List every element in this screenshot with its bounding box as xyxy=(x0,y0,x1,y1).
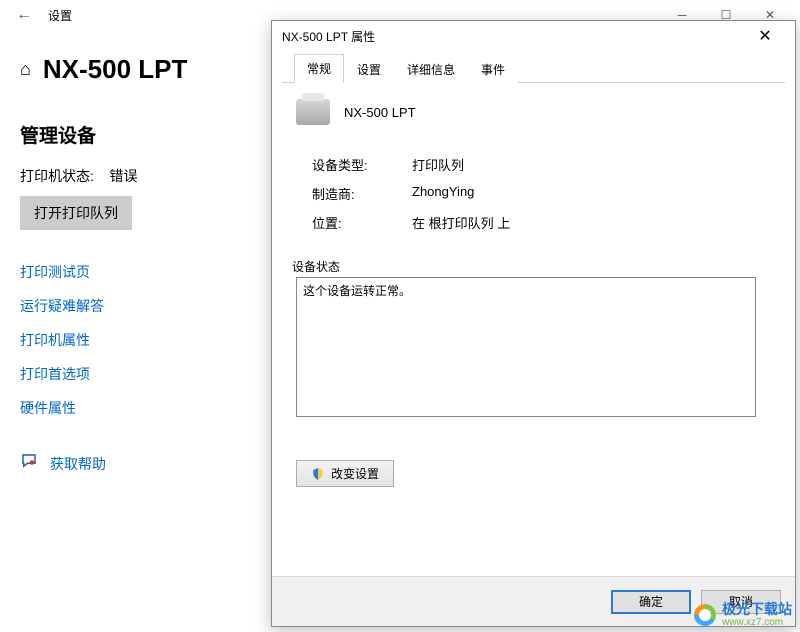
change-settings-label: 改变设置 xyxy=(331,465,379,482)
link-troubleshoot[interactable]: 运行疑难解答 xyxy=(20,298,104,314)
device-status-textbox[interactable] xyxy=(296,277,756,417)
change-settings-button[interactable]: 改变设置 xyxy=(296,460,394,487)
tab-settings[interactable]: 设置 xyxy=(344,55,394,83)
device-status-label: 设备状态 xyxy=(292,258,771,275)
dialog-titlebar: NX-500 LPT 属性 ✕ xyxy=(272,21,795,51)
tab-events[interactable]: 事件 xyxy=(468,55,518,83)
properties-dialog: NX-500 LPT 属性 ✕ 常规 设置 详细信息 事件 NX-500 LPT… xyxy=(271,20,796,627)
ok-button[interactable]: 确定 xyxy=(611,590,691,614)
link-hardware-properties[interactable]: 硬件属性 xyxy=(20,400,76,416)
watermark: 极光下载站 www.xz7.com xyxy=(694,602,792,628)
dialog-title: NX-500 LPT 属性 xyxy=(282,28,375,45)
status-value: 错误 xyxy=(109,168,137,184)
device-info: 设备类型: 打印队列 制造商: ZhongYing 位置: 在 根打印队列 上 xyxy=(312,155,771,232)
home-icon[interactable]: ⌂ xyxy=(20,59,31,80)
device-name-row: NX-500 LPT xyxy=(296,99,771,125)
device-status-section: 设备状态 xyxy=(296,258,771,420)
dialog-tabs: 常规 设置 详细信息 事件 xyxy=(282,55,785,83)
dialog-device-name: NX-500 LPT xyxy=(344,105,416,120)
tab-body-general: NX-500 LPT 设备类型: 打印队列 制造商: ZhongYing 位置:… xyxy=(272,83,795,576)
manufacturer-label: 制造商: xyxy=(312,184,412,203)
manufacturer-value: ZhongYing xyxy=(412,184,474,203)
link-printer-properties[interactable]: 打印机属性 xyxy=(20,332,90,348)
location-label: 位置: xyxy=(312,213,412,232)
dialog-close-button[interactable]: ✕ xyxy=(745,26,785,46)
watermark-name: 极光下载站 xyxy=(722,602,792,617)
link-get-help[interactable]: 获取帮助 xyxy=(50,454,106,474)
status-label: 打印机状态: xyxy=(20,168,94,184)
settings-window: ← 设置 ─ ☐ ✕ ⌂ NX-500 LPT 管理设备 打印机状态: 错误 打… xyxy=(0,0,800,632)
window-title: 设置 xyxy=(48,7,72,24)
watermark-url: www.xz7.com xyxy=(722,617,792,628)
tab-details[interactable]: 详细信息 xyxy=(394,55,468,83)
link-printing-preferences[interactable]: 打印首选项 xyxy=(20,366,90,382)
printer-icon xyxy=(296,99,330,125)
device-title: NX-500 LPT xyxy=(43,54,188,85)
open-print-queue-button[interactable]: 打开打印队列 xyxy=(20,196,132,230)
link-print-test-page[interactable]: 打印测试页 xyxy=(20,264,90,280)
shield-icon xyxy=(311,467,325,481)
device-type-value: 打印队列 xyxy=(412,155,464,174)
tab-general[interactable]: 常规 xyxy=(294,54,344,83)
chat-help-icon xyxy=(20,452,38,475)
back-button[interactable]: ← xyxy=(8,6,40,24)
device-type-label: 设备类型: xyxy=(312,155,412,174)
location-value: 在 根打印队列 上 xyxy=(412,213,510,232)
watermark-logo-icon xyxy=(694,604,716,626)
